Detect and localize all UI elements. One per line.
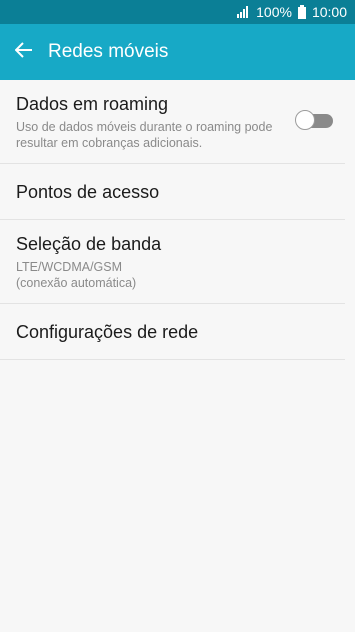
- status-bar: 100% 10:00: [0, 0, 355, 24]
- band-selection-mode: (conexão automática): [16, 276, 137, 290]
- app-bar: Redes móveis: [0, 24, 355, 80]
- page-title: Redes móveis: [48, 41, 169, 62]
- data-roaming-toggle[interactable]: [295, 110, 333, 130]
- settings-list: Dados em roaming Uso de dados móveis dur…: [0, 80, 355, 360]
- arrow-left-icon: [14, 41, 33, 63]
- back-button[interactable]: [0, 24, 48, 80]
- band-selection-label: Seleção de banda: [16, 234, 162, 254]
- band-selection-item[interactable]: Seleção de banda LTE/WCDMA/GSM (conexão …: [0, 220, 345, 304]
- toggle-knob: [295, 110, 315, 130]
- data-roaming-description: Uso de dados móveis durante o roaming po…: [16, 120, 273, 150]
- access-points-item[interactable]: Pontos de acesso: [0, 164, 345, 220]
- data-roaming-label: Dados em roaming: [16, 94, 169, 114]
- band-selection-value: LTE/WCDMA/GSM: [16, 260, 123, 274]
- network-settings-label: Configurações de rede: [16, 322, 199, 342]
- data-roaming-item[interactable]: Dados em roaming Uso de dados móveis dur…: [0, 80, 345, 164]
- network-settings-item[interactable]: Configurações de rede: [0, 304, 345, 360]
- clock: 10:00: [311, 4, 347, 20]
- battery-icon: [297, 5, 306, 19]
- battery-percent: 100%: [256, 4, 292, 20]
- access-points-label: Pontos de acesso: [16, 182, 160, 202]
- signal-icon: [236, 6, 250, 18]
